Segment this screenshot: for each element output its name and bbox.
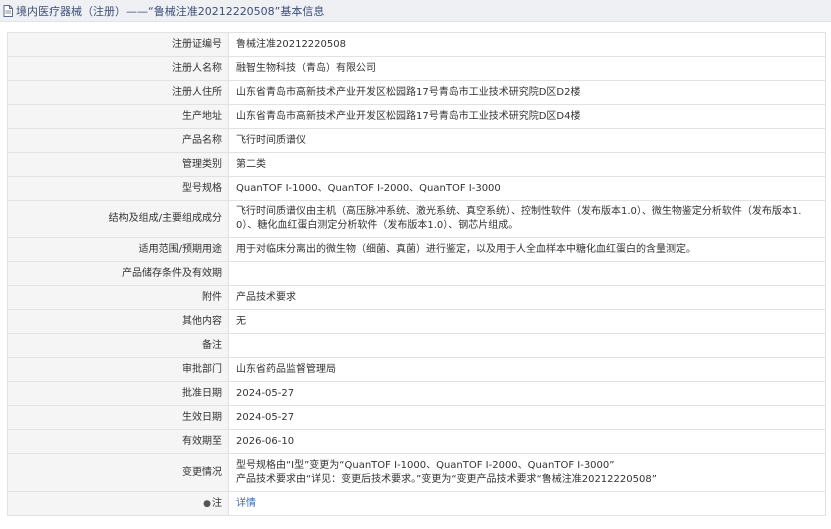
table-row: 适用范围/预期用途 用于对临床分离出的微生物（细菌、真菌）进行鉴定，以及用于人全…	[7, 237, 826, 262]
row-label: 变更情况	[7, 453, 229, 492]
text-line: 飞行时间质谱仪由主机（高压脉冲系统、激光系统、真空系统）、控制性软件（发布版本1…	[236, 206, 802, 217]
text-line: 产品技术要求由“详见：变更后技术要求。”变更为“变更产品技术要求“鲁械注准202…	[236, 473, 657, 485]
registrant-name-value: 融智生物科技（青岛）有限公司	[228, 56, 826, 81]
row-label: 注	[212, 497, 222, 509]
table-row: 产品储存条件及有效期	[7, 261, 826, 286]
table-row: 管理类别 第二类	[7, 152, 826, 177]
table-row: 注册证编号 鲁械注准20212220508	[7, 32, 826, 57]
table-row: 注册人名称 融智生物科技（青岛）有限公司	[7, 56, 826, 81]
document-icon	[3, 4, 13, 17]
row-label: 备注	[7, 333, 229, 358]
row-label: 产品储存条件及有效期	[7, 261, 229, 286]
table-row: 生产地址 山东省青岛市高新技术产业开发区松园路17号青岛市工业技术研究院D区D4…	[7, 104, 826, 129]
row-label: 附件	[7, 285, 229, 310]
row-label: 注册人名称	[7, 56, 229, 81]
row-label: 批准日期	[7, 381, 229, 406]
registration-number-value: 鲁械注准20212220508	[228, 32, 826, 57]
structure-composition-value: 飞行时间质谱仪由主机（高压脉冲系统、激光系统、真空系统）、控制性软件（发布版本1…	[228, 200, 826, 238]
table-row: 有效期至 2026-06-10	[7, 429, 826, 454]
page-title-bar: 境内医疗器械（注册）——“鲁械注准20212220508”基本信息	[0, 0, 831, 22]
row-label: 注册人住所	[7, 80, 229, 105]
management-class-value: 第二类	[228, 152, 826, 177]
row-label: 注册证编号	[7, 32, 229, 57]
row-label: 管理类别	[7, 152, 229, 177]
row-label: 审批部门	[7, 357, 229, 382]
table-row: 其他内容 无	[7, 309, 826, 334]
approval-department-value: 山东省药品监督管理局	[228, 357, 826, 382]
row-label: 适用范围/预期用途	[7, 237, 229, 262]
expiry-date-value: 2026-06-10	[228, 429, 826, 454]
table-row: 附件 产品技术要求	[7, 285, 826, 310]
text-line: 型号规格由“I型”变更为“QuanTOF I-1000、QuanTOF I-20…	[236, 459, 615, 471]
table-row: 审批部门 山东省药品监督管理局	[7, 357, 826, 382]
row-label: 生产地址	[7, 104, 229, 129]
page-title: 境内医疗器械（注册）——“鲁械注准20212220508”基本信息	[16, 4, 325, 18]
row-label: 产品名称	[7, 128, 229, 153]
intended-use-value: 用于对临床分离出的微生物（细菌、真菌）进行鉴定，以及用于人全血样本中糖化血红蛋白…	[228, 237, 826, 262]
table-row: 产品名称 飞行时间质谱仪	[7, 128, 826, 153]
table-row: 备注	[7, 333, 826, 358]
production-address-value: 山东省青岛市高新技术产业开发区松园路17号青岛市工业技术研究院D区D4楼	[228, 104, 826, 129]
row-label: 其他内容	[7, 309, 229, 334]
text-line: 0）、糖化血红蛋白测定分析软件（发布版本1.0）、钢芯片组成。	[236, 220, 519, 231]
table-row: 注册人住所 山东省青岛市高新技术产业开发区松园路17号青岛市工业技术研究院D区D…	[7, 80, 826, 105]
device-info-table: 注册证编号 鲁械注准20212220508 注册人名称 融智生物科技（青岛）有限…	[7, 32, 826, 516]
table-row: 生效日期 2024-05-27	[7, 405, 826, 430]
table-row: 型号规格 QuanTOF I-1000、QuanTOF I-2000、QuanT…	[7, 176, 826, 201]
table-row: ●注 详情	[7, 491, 826, 516]
approval-date-value: 2024-05-27	[228, 381, 826, 406]
row-label: 型号规格	[7, 176, 229, 201]
model-spec-value: QuanTOF I-1000、QuanTOF I-2000、QuanTOF I-…	[228, 176, 826, 201]
remarks-value	[228, 333, 826, 358]
storage-conditions-value	[228, 261, 826, 286]
other-content-value: 无	[228, 309, 826, 334]
registrant-address-value: 山东省青岛市高新技术产业开发区松园路17号青岛市工业技术研究院D区D2楼	[228, 80, 826, 105]
attachment-value: 产品技术要求	[228, 285, 826, 310]
change-history-value: 型号规格由“I型”变更为“QuanTOF I-1000、QuanTOF I-20…	[228, 453, 826, 492]
row-label: 结构及组成/主要组成成分	[7, 200, 229, 238]
table-row: 结构及组成/主要组成成分 飞行时间质谱仪由主机（高压脉冲系统、激光系统、真空系统…	[7, 200, 826, 238]
row-label: 生效日期	[7, 405, 229, 430]
details-link[interactable]: 详情	[236, 498, 256, 509]
table-row: 批准日期 2024-05-27	[7, 381, 826, 406]
row-label: 有效期至	[7, 429, 229, 454]
pin-icon: ●	[203, 498, 211, 509]
effective-date-value: 2024-05-27	[228, 405, 826, 430]
product-name-value: 飞行时间质谱仪	[228, 128, 826, 153]
table-row: 变更情况 型号规格由“I型”变更为“QuanTOF I-1000、QuanTOF…	[7, 453, 826, 492]
note-label-cell: ●注	[7, 491, 229, 516]
note-value: 详情	[228, 491, 826, 516]
